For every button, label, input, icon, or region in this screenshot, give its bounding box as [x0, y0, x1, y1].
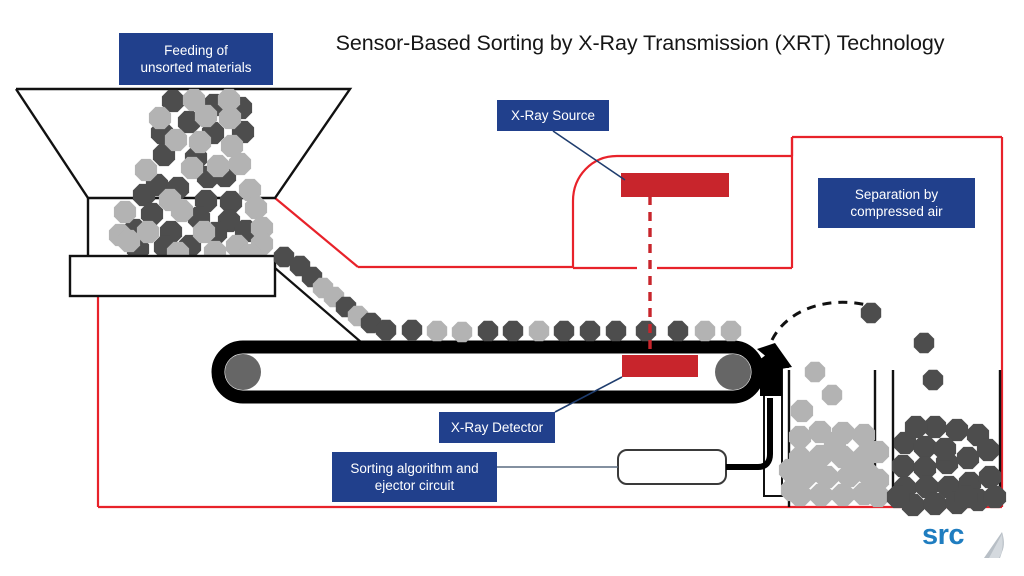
vibratory-feeder	[68, 254, 277, 298]
belt-particles	[375, 319, 742, 343]
material-particle	[913, 456, 937, 480]
material-particle	[809, 483, 833, 507]
material-particle	[148, 106, 172, 130]
material-particle	[579, 320, 601, 342]
material-particle	[923, 415, 947, 439]
material-particle	[528, 320, 550, 342]
callout-sorting-algorithm-ejector: Sorting algorithm and ejector circuit	[332, 452, 497, 502]
material-particle	[831, 483, 855, 507]
material-particle	[904, 415, 928, 439]
material-particle	[720, 320, 742, 342]
material-particle	[132, 183, 156, 207]
material-particle	[667, 320, 689, 342]
callout-separation-compressed-air: Separation by compressed air	[818, 178, 975, 228]
material-particle	[780, 478, 804, 502]
material-particle	[451, 321, 473, 343]
material-particle	[804, 361, 826, 383]
material-particle	[866, 484, 890, 508]
bin-right-particles	[886, 415, 1007, 517]
material-particle	[866, 440, 890, 464]
callout-feeding-line1: Feeding of	[164, 43, 228, 58]
page-title: Sensor-Based Sorting by X-Ray Transmissi…	[335, 31, 945, 55]
material-particle	[188, 130, 212, 154]
material-particle	[605, 320, 627, 342]
x-ray-detector-bar	[622, 355, 698, 377]
material-particle	[913, 332, 935, 354]
x-ray-source-emitter	[621, 173, 729, 197]
material-particle	[913, 435, 937, 459]
src-logo: src	[922, 516, 1012, 564]
material-particle	[206, 154, 230, 178]
material-particle	[401, 319, 423, 341]
material-particle	[843, 454, 867, 478]
callout-separation-line1: Separation by	[854, 187, 939, 202]
material-particle	[635, 320, 657, 342]
material-particle	[218, 106, 242, 130]
material-particle	[860, 302, 882, 324]
conveyor-roller-right	[715, 354, 751, 390]
material-particle	[694, 320, 716, 342]
material-particle	[823, 431, 847, 455]
callout-xray-detector: X-Ray Detector	[439, 412, 555, 443]
material-particle	[778, 458, 802, 482]
material-particle	[244, 196, 268, 220]
callout-feeding-unsorted-materials: Feeding of unsorted materials	[119, 33, 273, 85]
diagram-canvas: Sensor-Based Sorting by X-Ray Transmissi…	[0, 0, 1024, 576]
callout-xray-source: X-Ray Source	[497, 100, 609, 131]
material-particle	[192, 220, 216, 244]
material-particle	[375, 319, 397, 341]
callout-sorting-line1: Sorting algorithm and	[350, 461, 479, 476]
material-particle	[954, 485, 978, 509]
material-particle	[983, 485, 1007, 509]
material-particle	[477, 320, 499, 342]
callout-separation-line2: compressed air	[850, 204, 943, 219]
material-particle	[800, 453, 824, 477]
callout-sorting-line2: ejector circuit	[374, 478, 455, 493]
callout-feeding-line2: unsorted materials	[140, 60, 252, 75]
material-particle	[170, 199, 194, 223]
material-particle	[426, 320, 448, 342]
material-particle	[976, 438, 1000, 462]
material-particle	[136, 220, 160, 244]
xrt-sorting-diagram	[14, 87, 1007, 517]
material-particle	[502, 320, 524, 342]
material-particle	[933, 437, 957, 461]
chute-particles	[273, 246, 382, 334]
material-particle	[117, 229, 141, 253]
material-particle	[134, 158, 158, 182]
material-particle	[113, 200, 137, 224]
material-particle	[923, 492, 947, 516]
material-particle	[821, 384, 843, 406]
src-logo-text: src	[922, 519, 965, 551]
material-particle	[956, 446, 980, 470]
material-particle	[228, 152, 252, 176]
material-particle	[945, 418, 969, 442]
bin-left-particles	[778, 399, 890, 508]
material-particle	[180, 156, 204, 180]
material-particle	[790, 399, 814, 423]
material-particle	[164, 128, 188, 152]
material-particle	[219, 190, 243, 214]
material-particle	[788, 425, 812, 449]
material-particle	[922, 369, 944, 391]
material-particle	[891, 454, 915, 478]
src-logo-wing-icon	[984, 532, 1004, 558]
material-particle	[553, 320, 575, 342]
conveyor-roller-left	[225, 354, 261, 390]
material-particle	[886, 485, 910, 509]
material-particle	[978, 465, 1002, 489]
material-particle	[194, 104, 218, 128]
hopper-particles	[108, 88, 274, 267]
